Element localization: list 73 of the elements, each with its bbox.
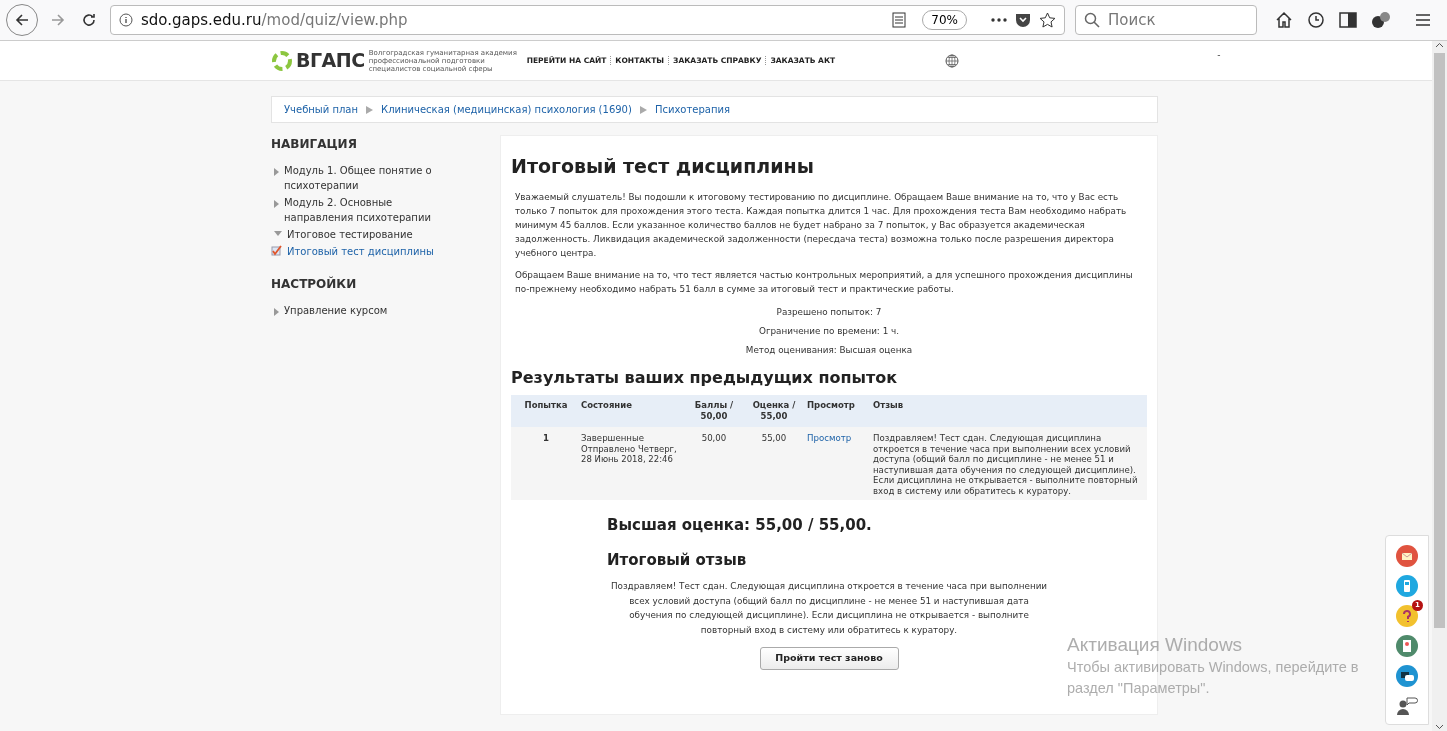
pocket-icon[interactable] xyxy=(1015,12,1031,28)
column-header: Просмотр xyxy=(807,400,856,411)
review-link[interactable]: Просмотр xyxy=(807,433,852,443)
page-title: Итоговый тест дисциплины xyxy=(511,154,815,178)
table-cell-text: Завершенные xyxy=(581,433,646,444)
expand-arrow-icon xyxy=(274,200,279,208)
info-icon xyxy=(119,13,133,27)
column-header: Попытка xyxy=(523,400,569,411)
scroll-up-icon[interactable] xyxy=(1435,41,1444,50)
feedback-text: Поздравляем! Тест сдан. Следующая дисциплина откроется в течение часа при выполнении всех условий доступа (общий балл по дисциплине - не менее 51 и наступившая дата обучения по следующей дисциплине). Если дисциплина не открывается - выполните повторный вход в систему или обратитесь к куратору. xyxy=(609,580,1049,637)
intro-paragraph: Обращаем Ваше внимание на то, что тест является частью контрольных мероприятий, а для успешного прохождения дисциплины по-прежнему необходимо набрать 51 балл в сумме за итоговый тест и практические работы. xyxy=(515,269,1134,296)
expand-arrow-icon xyxy=(274,308,279,316)
language-icon[interactable] xyxy=(945,53,960,68)
logo-icon xyxy=(271,49,293,72)
table-cell: Поздравляем! Тест сдан. Следующая дисциплина откроется в течение часа при выполнении всех условий доступа (общий балл по дисциплине - не менее 51 и наступившая дата обучения по следующей дисциплине). Если дисциплина не открывается - выполните повторный вход в систему или обратитесь к куратору. xyxy=(873,433,1139,496)
breadcrumb-link[interactable]: Клиническая (медицинская) психология (1690) xyxy=(381,102,632,117)
url-text: sdo.gaps.edu.ru/mod/quiz/view.php xyxy=(141,9,408,31)
column-header: Отзыв xyxy=(873,400,905,411)
quiz-icon xyxy=(271,245,282,256)
reload-icon xyxy=(81,12,97,28)
help-widget-icon[interactable] xyxy=(1395,604,1419,628)
search-icon xyxy=(1084,12,1100,28)
address-bar[interactable]: sdo.gaps.edu.ru/mod/quiz/view.php 70% xyxy=(110,5,1065,35)
scrollbar-thumb[interactable] xyxy=(1434,53,1445,628)
table-cell: 50,00 xyxy=(701,433,727,443)
sidebar-item[interactable]: Итоговый тест дисциплины xyxy=(287,244,457,259)
extension-icon[interactable] xyxy=(1371,11,1391,29)
sidebar-heading: НАВИГАЦИЯ xyxy=(271,136,358,153)
results-heading: Результаты ваших предыдущих попыток xyxy=(511,367,899,389)
history-icon[interactable] xyxy=(1307,11,1325,29)
activation-title: Активация Windows xyxy=(1067,633,1244,657)
intro-paragraph: Уважаемый слушатель! Вы подошли к итоговому тестированию по дисциплине. Обращаем Ваше внимание на то, что у Вас есть только 7 попыток для прохождения этого теста. Каждая попытка длится 1 час. Для прохождения теста Вам необходимо набрать минимум 45 баллов. Если указанное количество баллов не будет набрано за 7 попыток, у Вас образуется академическая задолженность. Ликвидация академической задолженности (пересдача теста) возможна только после разрешения директора учебного центра. xyxy=(515,191,1128,260)
table-cell-text: Отправлено Четверг, 28 Июнь 2018, 22:46 xyxy=(581,443,678,465)
breadcrumb-separator-icon xyxy=(639,105,647,114)
user-menu[interactable]: - xyxy=(1217,48,1221,63)
scroll-down-icon[interactable] xyxy=(1435,722,1444,731)
search-field[interactable]: Поиск xyxy=(1075,5,1257,35)
activation-text: Чтобы активировать Windows, перейдите в раздел "Параметры". xyxy=(1067,658,1360,698)
expand-arrow-icon xyxy=(274,168,279,176)
breadcrumb-link[interactable]: Учебный план xyxy=(284,102,359,117)
sidebar-item[interactable]: Модуль 1. Общее понятие о психотерапии xyxy=(284,163,454,193)
breadcrumb-link[interactable]: Психотерапия xyxy=(654,102,730,117)
column-header: Состояние xyxy=(581,400,633,411)
sidebar-icon[interactable] xyxy=(1339,12,1357,28)
logo-text: ВГАПС xyxy=(296,48,365,74)
breadcrumb-separator-icon xyxy=(366,105,374,114)
quiz-info: Ограничение по времени: 1 ч. xyxy=(758,325,900,337)
sidebar-item[interactable]: Управление курсом xyxy=(284,303,454,318)
sidebar-heading: НАСТРОЙКИ xyxy=(271,275,358,293)
back-arrow-icon xyxy=(14,12,30,28)
chat-widget-icon[interactable] xyxy=(1395,664,1419,688)
menu-icon[interactable] xyxy=(1415,13,1431,27)
quiz-info: Разрешено попыток: 7 xyxy=(776,306,882,318)
best-grade: Высшая оценка: 55,00 / 55,00. xyxy=(607,515,873,536)
more-icon[interactable] xyxy=(991,18,1007,22)
sidebar-item[interactable]: Модуль 2. Основные направления психотерапии xyxy=(284,195,454,225)
reader-view-icon[interactable] xyxy=(892,12,907,28)
collapse-arrow-icon xyxy=(274,231,282,236)
sidebar-item[interactable]: Итоговое тестирование xyxy=(287,227,457,242)
retry-button[interactable]: Пройти тест заново xyxy=(759,647,899,670)
report-widget-icon[interactable] xyxy=(1395,634,1419,658)
table-cell: 1 xyxy=(543,433,549,443)
star-icon[interactable] xyxy=(1039,11,1056,29)
column-header: Оценка / 55,00 xyxy=(751,400,797,422)
forward-arrow-icon xyxy=(50,12,66,28)
feedback-heading: Итоговый отзыв xyxy=(607,549,748,571)
quiz-info: Метод оценивания: Высшая оценка xyxy=(745,344,913,356)
mail-widget-icon[interactable] xyxy=(1395,544,1419,568)
home-icon[interactable] xyxy=(1275,11,1293,29)
consultant-icon[interactable] xyxy=(1396,694,1418,716)
phone-widget-icon[interactable] xyxy=(1395,574,1419,598)
column-header: Баллы / 50,00 xyxy=(693,400,735,422)
table-cell: 55,00 xyxy=(761,433,787,443)
